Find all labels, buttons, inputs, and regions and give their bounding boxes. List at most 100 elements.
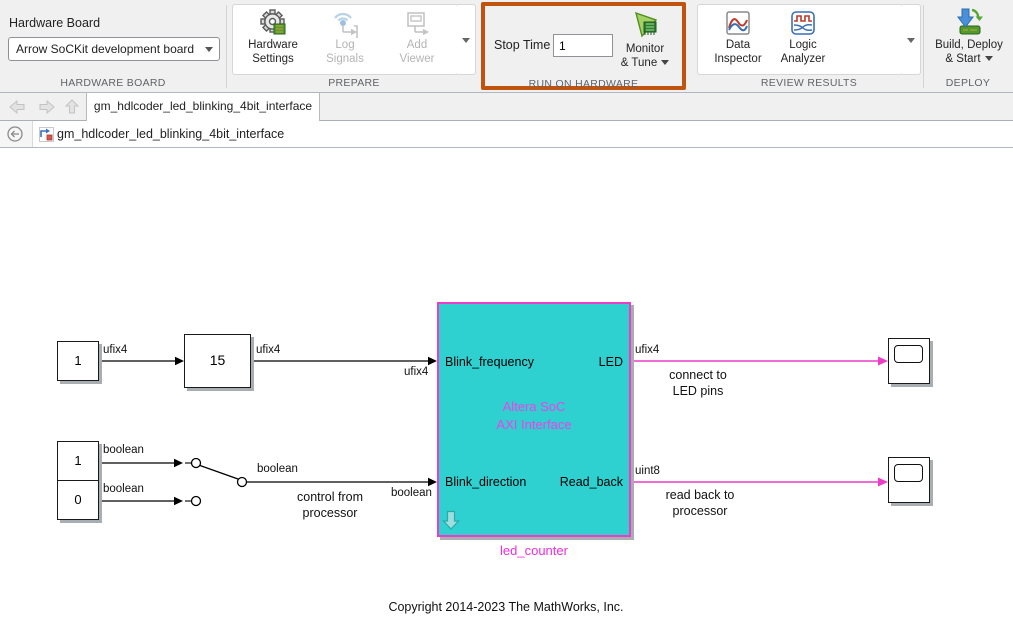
data-inspector-button[interactable]: Data Inspector — [703, 4, 773, 66]
section-prepare: PREPARE — [232, 77, 476, 89]
annotation-readback[interactable]: read back to processor — [650, 488, 750, 519]
signal-label: ufix4 — [404, 366, 428, 378]
breadcrumb-model-name[interactable]: gm_hdlcoder_led_blinking_4bit_interface — [57, 127, 284, 141]
switch-input-terminal[interactable] — [192, 459, 201, 468]
simulink-model-icon — [39, 127, 54, 147]
button-label: Settings — [238, 52, 308, 66]
prepare-dropdown-button[interactable] — [457, 4, 476, 75]
forward-icon[interactable] — [36, 98, 56, 116]
wire-arrowhead — [428, 357, 437, 366]
build-deploy-icon — [930, 4, 1008, 38]
button-label: Add — [382, 38, 452, 52]
wire-arrowhead — [878, 357, 888, 366]
toolstrip: Hardware Board Arrow SoCKit development … — [0, 0, 1013, 93]
axi-subsystem-block[interactable]: Blink_frequency LED Blink_direction Read… — [437, 302, 631, 537]
signal-label: ufix4 — [635, 344, 659, 356]
annotation-control[interactable]: control from processor — [280, 490, 380, 521]
logic-analyzer-icon — [768, 4, 838, 38]
chevron-down-icon — [985, 56, 993, 61]
stop-time-label: Stop Time — [494, 38, 550, 52]
wire-arrowhead — [174, 497, 183, 506]
up-icon[interactable] — [62, 98, 82, 116]
switch-output-terminal[interactable] — [238, 478, 247, 487]
collapse-browser-icon[interactable] — [6, 125, 24, 148]
chevron-down-icon — [661, 60, 669, 65]
constant-block-freq[interactable]: 1 — [57, 341, 99, 381]
gear-chip-icon — [238, 4, 308, 38]
scope-block-readback[interactable] — [888, 457, 930, 503]
constant-block-15[interactable]: 15 — [184, 334, 251, 388]
monitor-tune-icon — [610, 8, 680, 42]
annotation-connect[interactable]: connect to LED pins — [648, 368, 748, 399]
signal-label: ufix4 — [103, 344, 127, 356]
subsystem-name: Altera SoC AXI Interface — [439, 398, 629, 434]
button-label: Build, Deploy — [930, 38, 1008, 52]
build-deploy-button[interactable]: Build, Deploy & Start — [930, 4, 1008, 66]
port-blink-direction: Blink_direction — [445, 475, 526, 489]
review-dropdown-button[interactable] — [902, 4, 921, 75]
port-read-back: Read_back — [560, 475, 623, 489]
button-label: Logic — [768, 38, 838, 52]
signal-label: boolean — [257, 463, 298, 475]
hardware-board-value: Arrow SoCKit development board — [16, 42, 194, 56]
button-label: Log — [310, 38, 380, 52]
stop-time-input[interactable] — [553, 34, 613, 57]
divider — [923, 5, 924, 88]
signal-label: uint8 — [635, 465, 660, 477]
signal-label: boolean — [103, 483, 144, 495]
divider — [226, 5, 227, 88]
chevron-down-icon — [462, 38, 470, 43]
log-signals-button: Log Signals — [310, 4, 380, 66]
breadcrumb: gm_hdlcoder_led_blinking_4bit_interface — [0, 121, 1013, 148]
button-label: Signals — [310, 52, 380, 66]
switch-input-terminal[interactable] — [192, 497, 201, 506]
hardware-settings-button[interactable]: Hardware Settings — [238, 4, 308, 66]
button-label: Inspector — [703, 52, 773, 66]
breadcrumb-left-cell — [0, 121, 33, 147]
simulink-window: Hardware Board Arrow SoCKit development … — [0, 0, 1013, 626]
hardware-board-label: Hardware Board — [9, 16, 100, 30]
monitor-tune-button[interactable]: Monitor & Tune — [610, 8, 680, 70]
model-tab[interactable]: gm_hdlcoder_led_blinking_4bit_interface — [86, 93, 320, 121]
button-label: Monitor — [610, 42, 680, 56]
data-inspector-icon — [703, 4, 773, 38]
constant-block-zero[interactable]: 0 — [57, 480, 99, 520]
signal-label: boolean — [103, 444, 144, 456]
button-label: Viewer — [382, 52, 452, 66]
scope-block-led[interactable] — [888, 338, 930, 384]
wire-arrowhead — [428, 478, 437, 487]
port-led: LED — [599, 355, 623, 369]
wire-arrowhead — [174, 459, 183, 468]
run-on-hardware-highlight: Stop Time Monitor & Tune RUN ON HARDWARE — [481, 2, 686, 90]
button-label: Analyzer — [768, 52, 838, 66]
log-signals-icon — [310, 4, 380, 38]
model-canvas[interactable]: 1 15 1 0 Blink_frequency LED Blink_direc… — [0, 148, 1013, 626]
subsystem-caption[interactable]: led_counter — [474, 543, 594, 558]
signal-label: ufix4 — [256, 344, 280, 356]
button-label: Data — [703, 38, 773, 52]
wire-arrowhead — [878, 478, 888, 487]
scope-screen — [894, 464, 923, 482]
hardware-board-select[interactable]: Arrow SoCKit development board — [8, 37, 220, 61]
section-review-results: REVIEW RESULTS — [697, 77, 921, 89]
button-label: & Start — [930, 52, 1008, 66]
back-icon[interactable] — [8, 98, 28, 116]
manual-switch-lever[interactable] — [200, 466, 238, 480]
logic-analyzer-button[interactable]: Logic Analyzer — [768, 4, 838, 66]
section-run-on-hardware: RUN ON HARDWARE — [485, 78, 682, 90]
chevron-down-icon — [205, 47, 213, 52]
tab-bar: gm_hdlcoder_led_blinking_4bit_interface — [0, 93, 1013, 121]
copyright-annotation: Copyright 2014-2023 The MathWorks, Inc. — [356, 600, 656, 614]
subsystem-drop-icon[interactable] — [442, 510, 460, 535]
constant-block-one[interactable]: 1 — [57, 441, 99, 481]
wire-arrowhead — [175, 357, 184, 366]
port-blink-frequency: Blink_frequency — [445, 355, 534, 369]
button-label: & Tune — [610, 56, 680, 70]
section-hardware-board: HARDWARE BOARD — [0, 77, 226, 89]
chevron-down-icon — [907, 38, 915, 43]
scope-screen — [894, 345, 923, 363]
signal-label: boolean — [391, 487, 432, 499]
button-label: Hardware — [238, 38, 308, 52]
add-viewer-icon — [382, 4, 452, 38]
add-viewer-button: Add Viewer — [382, 4, 452, 66]
